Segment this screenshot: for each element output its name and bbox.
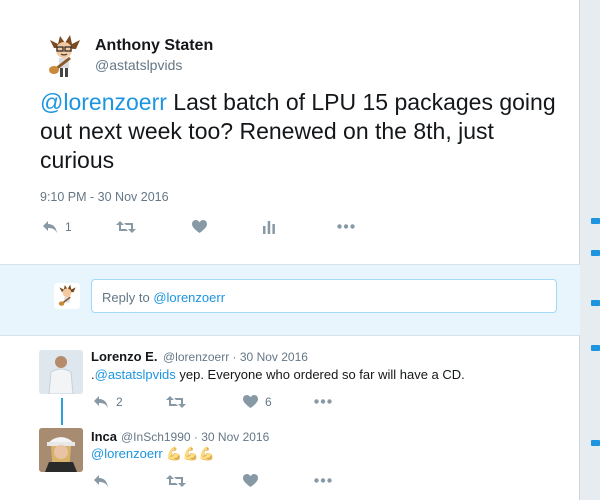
- more-icon: [337, 224, 355, 229]
- retweet-button[interactable]: [116, 220, 136, 234]
- reply-avatar[interactable]: [39, 428, 83, 472]
- like-icon: [243, 395, 258, 408]
- analytics-button[interactable]: [263, 220, 275, 234]
- reply-button[interactable]: 1: [42, 220, 72, 234]
- tweet-timestamp[interactable]: 9:10 PM - 30 Nov 2016: [40, 190, 169, 204]
- tweet-permalink-modal: Anthony Staten @astatslpvids @lorenzoerr…: [0, 0, 580, 500]
- analytics-icon: [263, 221, 275, 234]
- reply-date[interactable]: · 30 Nov 2016: [191, 430, 269, 444]
- timeline-mark: [591, 300, 600, 306]
- person-photo-icon: [39, 350, 83, 394]
- reply-button[interactable]: 2: [93, 395, 123, 409]
- reply-author-handle[interactable]: @lorenzoerr: [163, 350, 229, 364]
- timeline-mark: [591, 440, 600, 446]
- more-button[interactable]: [314, 399, 332, 404]
- reply-count: 2: [116, 395, 123, 409]
- author-handle[interactable]: @astatslpvids: [95, 57, 182, 73]
- reply-author-name[interactable]: Inca: [91, 429, 117, 444]
- reply-date[interactable]: · 30 Nov 2016: [229, 350, 308, 364]
- reply-text: @lorenzoerr 💪💪💪: [91, 446, 215, 462]
- reply-icon: [43, 221, 57, 233]
- retweet-icon: [166, 475, 186, 487]
- timeline-mark: [591, 250, 600, 256]
- mention-link[interactable]: @lorenzoerr: [91, 446, 163, 461]
- reply-meta: @InSch1990 · 30 Nov 2016: [121, 430, 269, 444]
- thread-connector: [61, 398, 63, 425]
- reply-input[interactable]: Reply to @lorenzoerr: [91, 279, 557, 313]
- flexed-biceps-emoji: 💪💪💪: [166, 446, 215, 461]
- cartoon-guitarist-icon: [49, 35, 80, 77]
- reply-author-name[interactable]: Lorenzo E.: [91, 349, 157, 364]
- like-button[interactable]: [243, 474, 258, 488]
- retweet-button[interactable]: [166, 474, 186, 488]
- more-button[interactable]: [314, 478, 332, 483]
- reply-author-handle[interactable]: @InSch1990: [121, 430, 191, 444]
- tweet-text: @lorenzoerr Last batch of LPU 15 package…: [40, 88, 560, 175]
- timeline-mark: [591, 218, 600, 224]
- reply-text: .@astatslpvids yep. Everyone who ordered…: [91, 367, 465, 382]
- retweet-icon: [116, 221, 136, 233]
- author-avatar[interactable]: [40, 32, 88, 80]
- like-button[interactable]: [192, 220, 207, 234]
- more-icon: [314, 399, 332, 404]
- reply-count: 1: [65, 220, 72, 234]
- like-icon: [243, 474, 258, 487]
- reply-meta: @lorenzoerr · 30 Nov 2016: [163, 350, 308, 364]
- cartoon-guitarist-icon: [58, 284, 76, 306]
- reply-body: yep. Everyone who ordered so far will ha…: [175, 367, 465, 382]
- like-button[interactable]: 6: [243, 395, 272, 409]
- reply-icon: [94, 396, 108, 408]
- more-icon: [314, 478, 332, 483]
- reply-placeholder-mention: @lorenzoerr: [153, 290, 226, 305]
- author-name[interactable]: Anthony Staten: [95, 37, 213, 55]
- more-button[interactable]: [337, 224, 355, 229]
- like-count: 6: [265, 395, 272, 409]
- reply-avatar[interactable]: [39, 350, 83, 394]
- retweet-icon: [166, 396, 186, 408]
- reply-placeholder-prefix: Reply to: [102, 290, 154, 305]
- timeline-mark: [591, 345, 600, 351]
- retweet-button[interactable]: [166, 395, 186, 409]
- reply-button[interactable]: [93, 474, 109, 488]
- person-photo-icon: [39, 428, 83, 472]
- mention-link[interactable]: @lorenzoerr: [40, 89, 167, 115]
- current-user-avatar: [54, 283, 80, 309]
- mention-link[interactable]: @astatslpvids: [95, 367, 176, 382]
- like-icon: [192, 220, 207, 233]
- reply-icon: [94, 475, 108, 487]
